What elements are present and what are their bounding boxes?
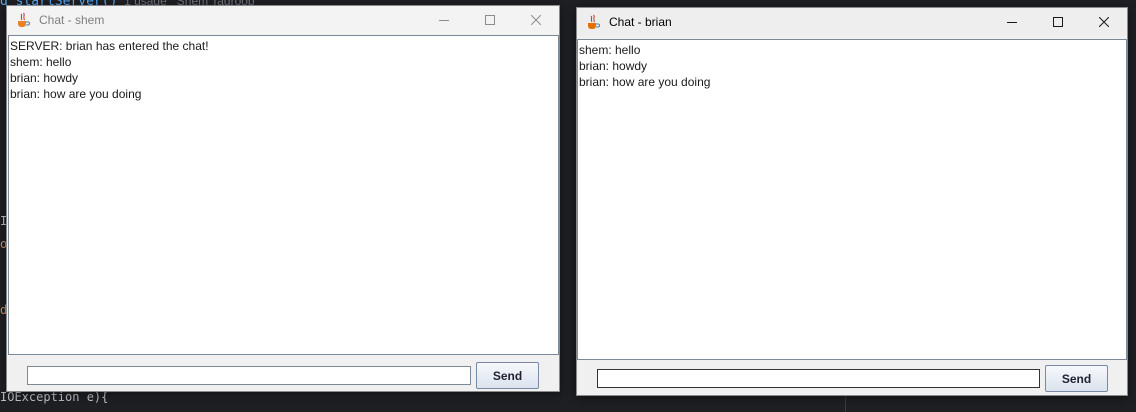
close-button[interactable] xyxy=(513,6,559,34)
window-title: Chat - shem xyxy=(39,13,105,27)
chat-message: brian: how are you doing xyxy=(10,87,142,101)
chat-log[interactable]: SERVER: brian has entered the chat! shem… xyxy=(8,35,559,355)
chat-window-shem[interactable]: Chat - shem SERVER: brian has entered th… xyxy=(6,5,560,392)
message-input[interactable] xyxy=(27,366,471,385)
send-button[interactable]: Send xyxy=(476,362,539,389)
minimize-button[interactable] xyxy=(989,8,1035,36)
ide-divider xyxy=(845,396,846,412)
close-icon xyxy=(531,15,541,25)
maximize-icon xyxy=(485,15,495,25)
maximize-button[interactable] xyxy=(1035,8,1081,36)
minimize-button[interactable] xyxy=(421,6,467,34)
chat-message: shem: hello xyxy=(10,55,72,69)
send-button[interactable]: Send xyxy=(1045,365,1108,392)
chat-message: brian: howdy xyxy=(579,59,648,73)
message-input[interactable] xyxy=(597,369,1040,388)
java-cup-icon xyxy=(15,12,31,28)
chat-message: shem: hello xyxy=(579,43,641,57)
maximize-button[interactable] xyxy=(467,6,513,34)
minimize-icon xyxy=(439,20,449,21)
window-title: Chat - brian xyxy=(609,15,672,29)
chat-message: brian: how are you doing xyxy=(579,75,711,89)
title-bar[interactable]: Chat - brian xyxy=(577,8,1127,36)
chat-message: brian: howdy xyxy=(10,71,79,85)
chat-log[interactable]: shem: hello brian: howdy brian: how are … xyxy=(577,39,1127,360)
ide-code-fragment-bottom: IOException e){ xyxy=(0,390,109,404)
minimize-icon xyxy=(1007,22,1017,23)
java-cup-icon xyxy=(585,14,601,30)
close-button[interactable] xyxy=(1081,8,1127,36)
close-icon xyxy=(1099,17,1109,27)
chat-message: SERVER: brian has entered the chat! xyxy=(10,39,209,53)
chat-window-brian[interactable]: Chat - brian shem: hello brian: howdy br… xyxy=(576,7,1128,396)
title-bar[interactable]: Chat - shem xyxy=(7,6,559,34)
maximize-icon xyxy=(1053,17,1063,27)
